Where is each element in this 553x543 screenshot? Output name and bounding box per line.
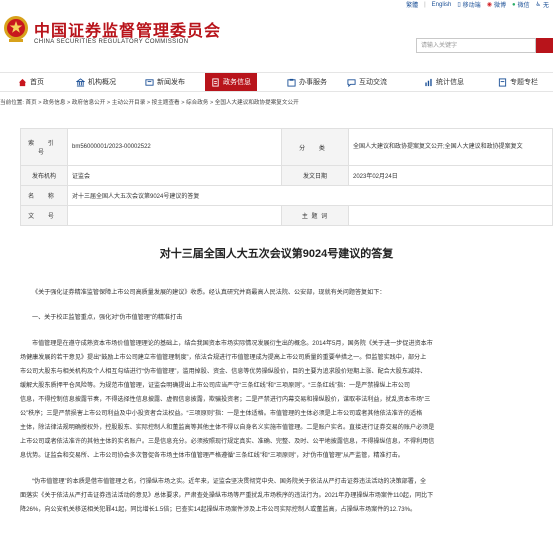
mobile-link[interactable]: ▯ 移动端 bbox=[457, 0, 480, 9]
paragraph-intro: 《关于强化证券精准监管保障上市公司高质量发展的建议》收悉。经认真研究并商最高人民… bbox=[32, 289, 386, 296]
section-heading: 一、关于校正监管重点，强化对“伪市值管理”的精准打击 bbox=[32, 314, 183, 321]
paragraph-line: 主体，除法律法规明确授权外，控股股东、实际控制人和董监高等其他主体不得以自身名义… bbox=[20, 424, 435, 431]
category-value: 全国人大建议和政协提案复文公开;全国人大建议和政协提案复文 bbox=[348, 128, 553, 166]
site-title-cn[interactable]: 中国证券监督管理委员会 bbox=[34, 17, 221, 41]
service-icon bbox=[287, 78, 296, 87]
paragraph-line: 面落实《关于依法从严打击证券违法活动的意见》总体要求，严肃查处操纵市场等严重扰乱… bbox=[20, 492, 434, 499]
lang-english-link[interactable]: English bbox=[432, 0, 452, 9]
divider: | bbox=[424, 1, 426, 8]
search-button[interactable] bbox=[536, 38, 553, 53]
lang-traditional-link[interactable]: 繁體 bbox=[406, 0, 418, 9]
paragraph-line: 场健康发展的若干意见》提出“鼓励上市公司建立市值管理制度”，依法合规进行市值管理… bbox=[20, 354, 427, 361]
paragraph-line: 信息，不得控制信息披露节奏，不得选择性信息披露、虚假信息披露，欺骗投资者；二是严… bbox=[20, 396, 431, 403]
paragraph-line: “伪市值管理”的本质是借市值管理之名，行操纵市场之实。近年来，证监会坚决贯彻党中… bbox=[32, 478, 427, 485]
search-input[interactable]: 请输入关键字 bbox=[416, 38, 536, 53]
agency-value: 证监会 bbox=[67, 165, 282, 186]
date-label: 发文日期 bbox=[281, 165, 349, 186]
wechat-link[interactable]: ● 微信 bbox=[511, 0, 530, 10]
nav-item-services[interactable]: 办事服务 bbox=[287, 73, 327, 91]
nav-item-home[interactable]: 首页 bbox=[18, 73, 44, 91]
wechat-icon: ● bbox=[511, 1, 516, 8]
national-emblem-icon[interactable] bbox=[3, 14, 29, 44]
breadcrumb[interactable]: 当前位置: 首页 > 政务信息 > 政府信息公开 > 主动公开目录 > 按主题查… bbox=[0, 98, 299, 106]
agency-label: 发布机构 bbox=[20, 165, 68, 186]
mobile-icon: ▯ bbox=[457, 2, 461, 8]
index-label: 索 引 号 bbox=[20, 128, 68, 166]
news-icon bbox=[145, 78, 154, 86]
paragraph-line: 公”秩序；三是严禁损害上市公司利益及中小投资者合法权益。“三项原则”指：一是主体… bbox=[20, 410, 423, 417]
date-value: 2023年02月24日 bbox=[348, 165, 553, 186]
document-metadata-table: 索 引 号 bm56000001/2023-00002522 分 类 全国人大建… bbox=[20, 128, 553, 226]
weibo-icon: ◉ bbox=[486, 2, 492, 8]
paragraph-line: 上市公司或者依法准许的其他主体的实名账户。三是信息充分。必须按照现行规定真实、准… bbox=[20, 438, 435, 445]
keywords-label: 主 题 词 bbox=[281, 205, 349, 226]
site-title-en: CHINA SECURITIES REGULATORY COMMISSION bbox=[34, 39, 189, 45]
weibo-link[interactable]: ◉ 微博 bbox=[487, 0, 506, 9]
number-label: 文 号 bbox=[20, 205, 68, 226]
paragraph-line: 缓解大股东质押平仓风险等。为规范市值管理，证监会明确提出上市公司应当严守“三条红… bbox=[20, 382, 410, 389]
main-nav: 首页 机构概况 新闻发布 政务信息 办事服务 互动交流 统计信息 专题专栏 bbox=[0, 72, 553, 92]
name-label: 名 称 bbox=[20, 185, 68, 206]
nav-item-about[interactable]: 机构概况 bbox=[76, 73, 116, 91]
accessibility-link[interactable]: ♿ 无 bbox=[536, 0, 549, 9]
chat-icon bbox=[347, 78, 356, 87]
accessibility-icon: ♿ bbox=[535, 2, 541, 8]
paragraph-line: 降26%，向公安机关移送相关犯罪41起，同比增长1.5倍；已查实14起操纵市场案… bbox=[20, 506, 417, 513]
nav-item-topics[interactable]: 专题专栏 bbox=[498, 73, 538, 91]
site-header: 中国证券监督管理委员会 CHINA SECURITIES REGULATORY … bbox=[0, 10, 553, 66]
keywords-value bbox=[348, 205, 553, 226]
name-value: 对十三届全国人大五次会议第9024号建议的答复 bbox=[67, 185, 553, 206]
top-links: 繁體 | English ▯ 移动端 ◉ 微博 ● 微信 ♿ 无 bbox=[406, 0, 549, 10]
stats-icon bbox=[425, 78, 432, 86]
number-value bbox=[67, 205, 282, 226]
nav-item-gov-info[interactable]: 政务信息 bbox=[205, 73, 257, 91]
document-icon bbox=[212, 77, 219, 87]
paragraph-line: 市公司大股东与相关机构及个人相互勾结进行“伪市值管理”，滥用掉股、资金、信息等优… bbox=[20, 368, 427, 375]
document-title: 对十三届全国人大五次会议第9024号建议的答复 bbox=[159, 248, 394, 260]
category-label: 分 类 bbox=[281, 128, 349, 166]
nav-item-statistics[interactable]: 统计信息 bbox=[424, 73, 464, 91]
paragraph-line: 息优势。证监会和交易所、上市公司协会多次督促各市场主体市值管理严格遵循“三条红线… bbox=[20, 452, 404, 459]
home-icon bbox=[18, 78, 27, 86]
index-value: bm56000001/2023-00002522 bbox=[67, 128, 282, 166]
topic-icon bbox=[498, 77, 507, 87]
building-icon bbox=[76, 77, 85, 87]
paragraph-line: 市值管理是在遵守成熟资本市场价值管理理论的基础上，结合我国资本市场实际情况发展衍… bbox=[32, 340, 433, 347]
nav-item-interaction[interactable]: 互动交流 bbox=[347, 73, 387, 91]
nav-item-news[interactable]: 新闻发布 bbox=[145, 73, 185, 91]
